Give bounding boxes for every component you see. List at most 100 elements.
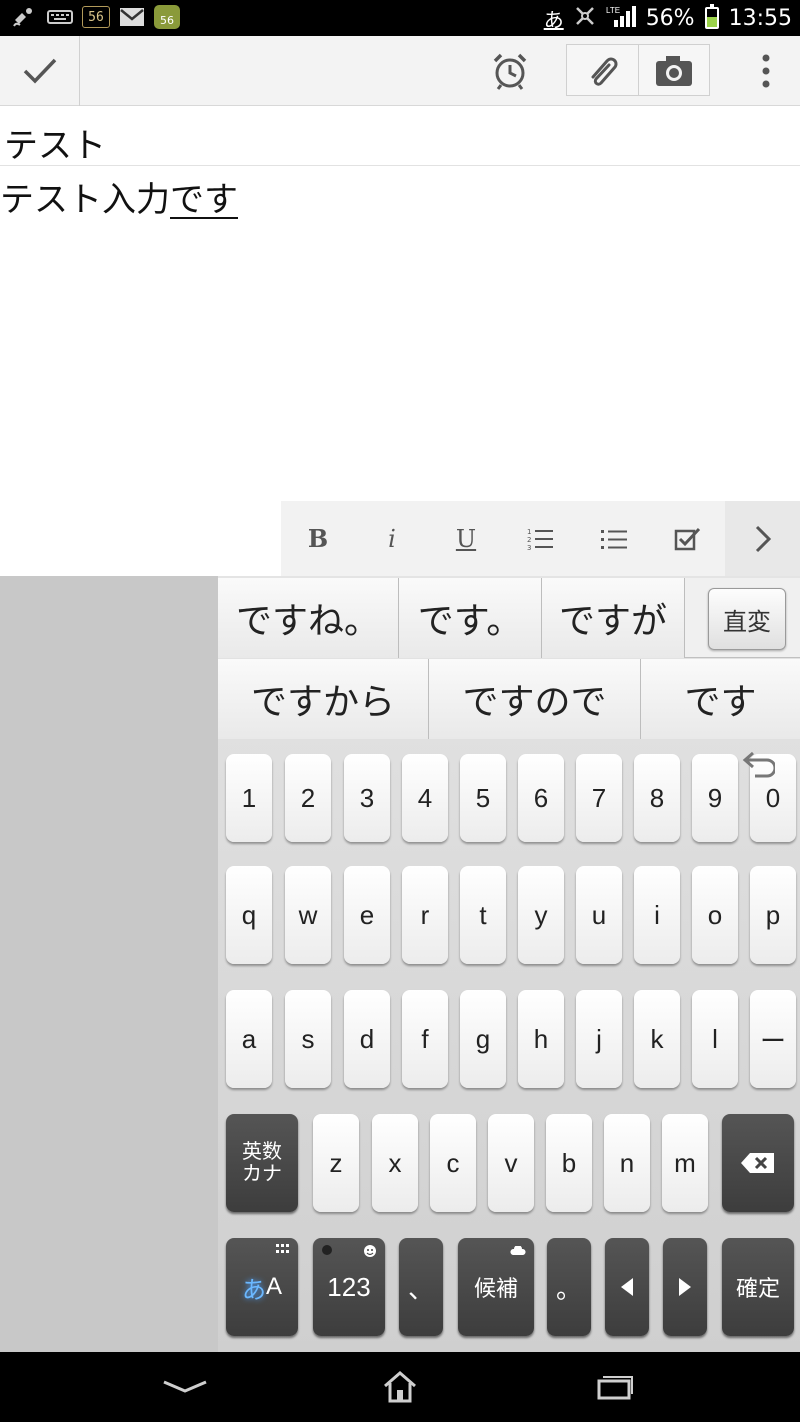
svg-text:LTE: LTE: [606, 6, 620, 15]
home-button[interactable]: [350, 1352, 450, 1422]
recent-apps-button[interactable]: [565, 1352, 665, 1422]
note-title-field[interactable]: テスト: [0, 106, 800, 166]
candidate-item[interactable]: です: [641, 659, 800, 739]
body-composing-text: です: [170, 180, 238, 220]
bullet-list-button[interactable]: [577, 501, 651, 576]
candidate-item[interactable]: ですから: [218, 659, 429, 739]
gmail-icon: [118, 5, 146, 29]
mode-alpha-label: A: [265, 1273, 282, 1300]
key-p[interactable]: p: [750, 866, 796, 964]
svg-text:1: 1: [527, 528, 531, 536]
italic-button[interactable]: i: [355, 501, 429, 576]
key-i[interactable]: i: [634, 866, 680, 964]
key-j[interactable]: j: [576, 990, 622, 1088]
key-a[interactable]: a: [226, 990, 272, 1088]
key-t[interactable]: t: [460, 866, 506, 964]
key-b[interactable]: b: [546, 1114, 592, 1212]
battery-icon: [704, 4, 719, 29]
numbered-list-icon: 123: [527, 528, 553, 551]
key-z[interactable]: z: [313, 1114, 359, 1212]
svg-text:2: 2: [527, 536, 531, 544]
key-5[interactable]: 5: [460, 754, 506, 842]
key-cursor-right[interactable]: [663, 1238, 707, 1336]
key-6[interactable]: 6: [518, 754, 564, 842]
key-l[interactable]: l: [692, 990, 738, 1088]
keyboard-icon: [46, 5, 74, 29]
battery-percent: 56%: [645, 5, 695, 31]
key-input-mode[interactable]: あ A: [226, 1238, 298, 1336]
key-g[interactable]: g: [460, 990, 506, 1088]
key-v[interactable]: v: [488, 1114, 534, 1212]
key-y[interactable]: y: [518, 866, 564, 964]
key-4[interactable]: 4: [402, 754, 448, 842]
key-candidates[interactable]: 候補: [458, 1238, 534, 1336]
key-3[interactable]: 3: [344, 754, 390, 842]
candidate-item[interactable]: ですね。: [218, 578, 399, 658]
key-2[interactable]: 2: [285, 754, 331, 842]
key-d[interactable]: d: [344, 990, 390, 1088]
chevron-right-icon: [755, 525, 771, 552]
key-k[interactable]: k: [634, 990, 680, 1088]
lte-signal-icon: LTE: [606, 4, 636, 32]
key-comma[interactable]: 、: [399, 1238, 443, 1336]
home-icon: [384, 1371, 416, 1403]
attach-button[interactable]: [568, 36, 638, 106]
check-icon: [23, 58, 56, 84]
nfc-icon: [574, 5, 596, 31]
sim-56-icon: 56: [82, 6, 110, 28]
key-cursor-left[interactable]: [605, 1238, 649, 1336]
key-eisu-kana[interactable]: 英数 カナ: [226, 1114, 298, 1212]
candidate-item[interactable]: ですので: [429, 659, 641, 739]
note-body-field[interactable]: テスト入力です: [0, 172, 238, 221]
dot-icon: [322, 1245, 332, 1255]
bold-button[interactable]: B: [281, 501, 355, 576]
numbered-list-button[interactable]: 123: [503, 501, 577, 576]
key-1[interactable]: 1: [226, 754, 272, 842]
key-f[interactable]: f: [402, 990, 448, 1088]
key-long-vowel[interactable]: ー: [750, 990, 796, 1088]
key-confirm[interactable]: 確定: [722, 1238, 794, 1336]
key-backspace[interactable]: [722, 1114, 794, 1212]
done-button[interactable]: [0, 36, 80, 106]
key-q[interactable]: q: [226, 866, 272, 964]
mode-kana-label: あ: [241, 1276, 266, 1304]
candidate-item[interactable]: ですが: [542, 578, 685, 658]
grid-dots-icon: [276, 1244, 289, 1253]
key-7[interactable]: 7: [576, 754, 622, 842]
checkbox-button[interactable]: [651, 501, 725, 576]
android-update-icon: 56: [154, 5, 180, 29]
key-8[interactable]: 8: [634, 754, 680, 842]
format-more-button[interactable]: [725, 501, 800, 576]
key-m[interactable]: m: [662, 1114, 708, 1212]
overflow-menu-icon: [762, 54, 770, 88]
checkbox-icon: [674, 527, 701, 550]
key-n[interactable]: n: [604, 1114, 650, 1212]
candidate-item[interactable]: です。: [399, 578, 542, 658]
convert-button[interactable]: 直変: [708, 588, 786, 650]
key-e[interactable]: e: [344, 866, 390, 964]
underline-button[interactable]: U: [429, 501, 503, 576]
candidate-row-2: ですから ですので です: [218, 659, 800, 739]
clock: 13:55: [728, 5, 792, 31]
key-c[interactable]: c: [430, 1114, 476, 1212]
candidates-key-label: 候補: [473, 1276, 518, 1301]
key-r[interactable]: r: [402, 866, 448, 964]
overflow-menu-button[interactable]: [740, 36, 792, 106]
key-o[interactable]: o: [692, 866, 738, 964]
emoji-icon: [364, 1245, 376, 1257]
cloud-icon: [510, 1246, 526, 1255]
backspace-icon: [741, 1153, 774, 1173]
reminder-button[interactable]: [480, 36, 540, 106]
key-x[interactable]: x: [372, 1114, 418, 1212]
key-h[interactable]: h: [518, 990, 564, 1088]
navigation-bar: [0, 1352, 800, 1422]
key-9[interactable]: 9: [692, 754, 738, 842]
key-u[interactable]: u: [576, 866, 622, 964]
key-w[interactable]: w: [285, 866, 331, 964]
recent-apps-icon: [597, 1376, 633, 1400]
camera-button[interactable]: [638, 36, 710, 106]
back-button[interactable]: [135, 1352, 235, 1422]
key-period[interactable]: 。: [547, 1238, 591, 1336]
key-s[interactable]: s: [285, 990, 331, 1088]
key-number-mode[interactable]: 123: [313, 1238, 385, 1336]
